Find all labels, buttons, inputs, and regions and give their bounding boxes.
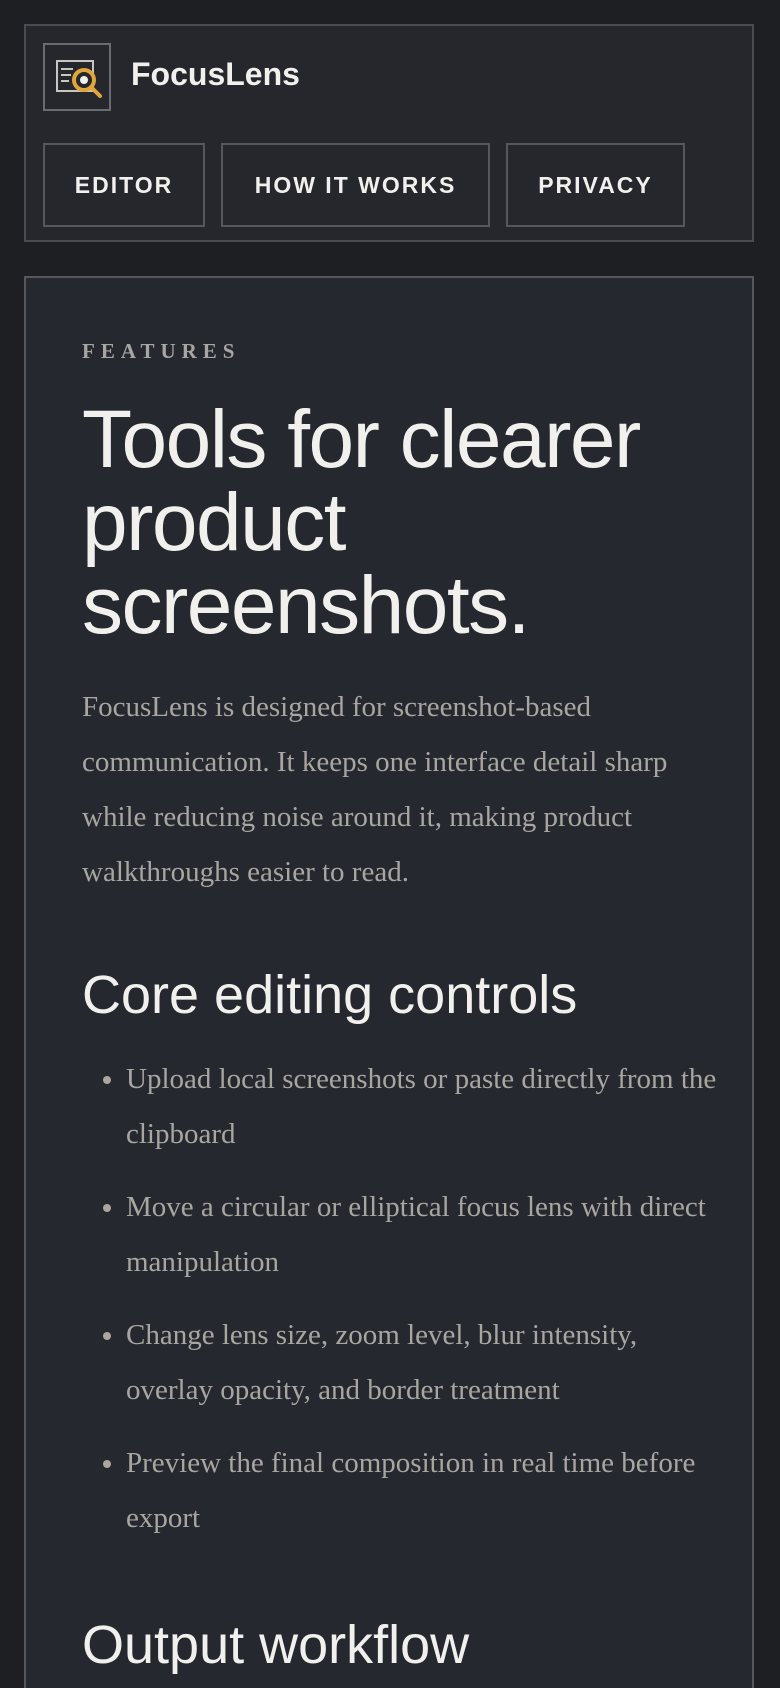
page-title: Tools for clearer product screenshots. xyxy=(82,394,641,651)
list-item: Preview the final composition in real ti… xyxy=(126,1436,722,1546)
brand-name[interactable]: FocusLens xyxy=(131,54,300,94)
magnifier-document-icon xyxy=(56,60,102,98)
nav-editor-button[interactable]: EDITOR xyxy=(43,143,205,227)
nav-how-it-works-button[interactable]: HOW IT WORKS xyxy=(221,143,490,227)
core-features-list: Upload local screenshots or paste direct… xyxy=(82,1052,722,1564)
list-item: Move a circular or elliptical focus lens… xyxy=(126,1180,722,1290)
site-header: FocusLens EDITOR HOW IT WORKS PRIVACY xyxy=(24,24,754,242)
features-card: FEATURES Tools for clearer product scree… xyxy=(24,276,754,1688)
output-workflow-heading: Output workflow xyxy=(82,1615,470,1675)
list-item: Change lens size, zoom level, blur inten… xyxy=(126,1308,722,1418)
core-editing-heading: Core editing controls xyxy=(82,965,578,1025)
list-item: Upload local screenshots or paste direct… xyxy=(126,1052,722,1162)
intro-paragraph: FocusLens is designed for screenshot-bas… xyxy=(82,691,668,888)
section-eyebrow: FEATURES xyxy=(82,339,241,363)
logo[interactable] xyxy=(43,43,111,111)
nav-privacy-button[interactable]: PRIVACY xyxy=(506,143,685,227)
